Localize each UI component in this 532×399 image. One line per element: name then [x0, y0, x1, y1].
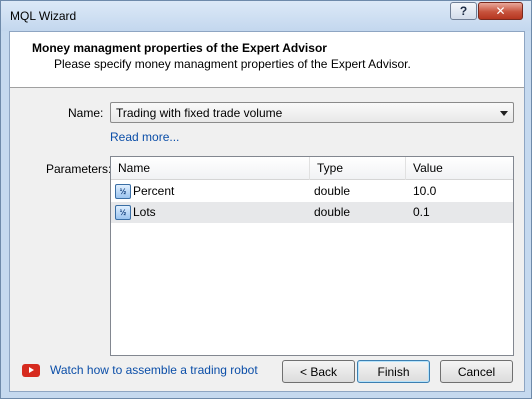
parameter-type: double [314, 205, 351, 219]
close-button[interactable]: ✕ [478, 2, 523, 20]
parameter-icon: ½ [115, 184, 131, 199]
help-button[interactable]: ? [450, 2, 477, 20]
parameter-icon: ½ [115, 205, 131, 220]
table-row[interactable]: ½ Lots double 0.1 [111, 202, 513, 223]
wizard-body: Money managment properties of the Expert… [9, 31, 525, 392]
finish-button[interactable]: Finish [357, 360, 430, 383]
back-button[interactable]: < Back [282, 360, 355, 383]
title-bar[interactable]: MQL Wizard ? ✕ [1, 1, 531, 31]
page-subtitle: Please specify money managment propertie… [54, 57, 411, 71]
parameter-type: double [314, 184, 351, 198]
cancel-button[interactable]: Cancel [440, 360, 513, 383]
mql-wizard-window: MQL Wizard ? ✕ Money managment propertie… [0, 0, 532, 399]
name-select-value: Trading with fixed trade volume [116, 106, 283, 120]
column-header-name[interactable]: Name [111, 157, 310, 180]
name-label: Name: [68, 106, 104, 120]
video-tutorial-link[interactable]: Watch how to assemble a trading robot [50, 363, 258, 377]
youtube-play-icon[interactable] [22, 364, 40, 377]
table-row[interactable]: ½ Percent double 10.0 [111, 181, 513, 202]
name-select[interactable]: Trading with fixed trade volume [110, 102, 514, 123]
read-more-link[interactable]: Read more... [110, 130, 179, 144]
wizard-header: Money managment properties of the Expert… [10, 32, 524, 88]
column-header-type[interactable]: Type [310, 157, 406, 180]
parameter-value[interactable]: 0.1 [413, 202, 430, 223]
window-title: MQL Wizard [10, 9, 77, 23]
parameter-name: Lots [133, 205, 156, 219]
parameter-value[interactable]: 10.0 [413, 181, 436, 202]
chevron-down-icon [500, 111, 508, 116]
column-header-value[interactable]: Value [406, 157, 513, 180]
page-title: Money managment properties of the Expert… [32, 41, 327, 55]
parameters-label: Parameters: [46, 162, 112, 176]
parameter-name: Percent [133, 184, 175, 198]
table-header: Name Type Value [111, 157, 513, 180]
parameters-table[interactable]: Name Type Value ½ Percent double 10.0 ½ … [110, 156, 514, 356]
